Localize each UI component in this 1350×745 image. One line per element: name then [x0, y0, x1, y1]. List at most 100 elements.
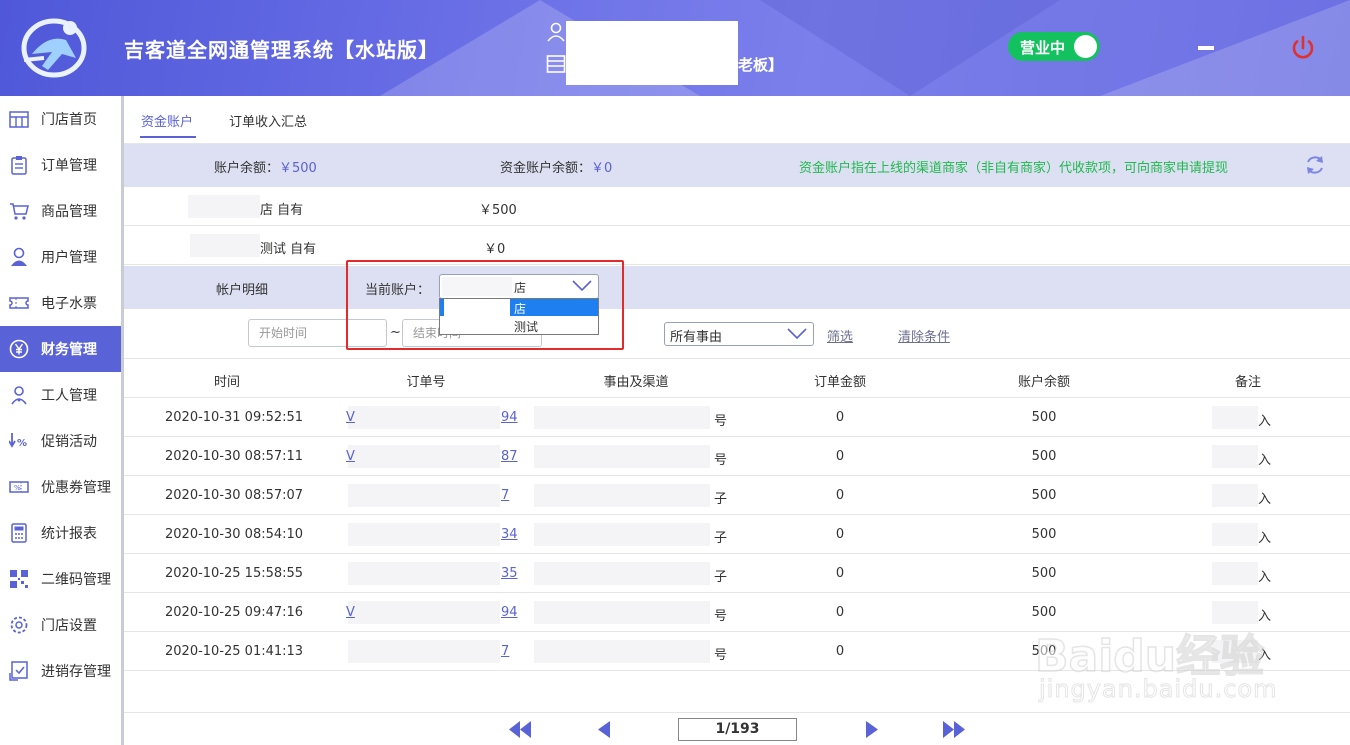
cell-balance: 500: [1031, 410, 1057, 425]
business-status-toggle[interactable]: 营业中: [1008, 32, 1100, 61]
sidebar-item-label: 优惠券管理: [41, 480, 111, 496]
cell-reason: 号: [714, 609, 728, 624]
column-header: 时间: [213, 375, 241, 390]
cell-order-number[interactable]: 94: [501, 410, 518, 425]
column-header: 备注: [1234, 375, 1262, 390]
redaction-mask: [566, 21, 738, 85]
cell-reason: 子: [714, 570, 728, 585]
account-amount: ￥500: [479, 203, 517, 218]
cell-note: 入: [1258, 570, 1272, 585]
sidebar-item-label: 财务管理: [41, 342, 97, 358]
table-row: 2020-10-25 15:58:55 35 子 0 500 入: [124, 554, 1350, 593]
fund-balance-label: 资金账户余额：: [500, 161, 592, 176]
column-header: 事由及渠道: [603, 375, 669, 390]
coupon-icon: %: [9, 481, 29, 493]
sidebar-item-products[interactable]: 商品管理: [0, 188, 121, 234]
sidebar-item-label: 促销活动: [41, 434, 97, 450]
sidebar-item-finance[interactable]: 财务管理: [0, 326, 121, 372]
account-balance-label: 账户余额：: [214, 161, 280, 176]
sidebar-item-label: 电子水票: [41, 296, 97, 312]
cell-time: 2020-10-30 08:57:11: [165, 449, 304, 464]
cell-time: 2020-10-25 15:58:55: [165, 566, 304, 581]
cell-time: 2020-10-30 08:57:07: [165, 488, 304, 503]
cell-time: 2020-10-31 09:52:51: [165, 410, 304, 425]
calculator-icon: [11, 523, 27, 543]
sidebar-item-label: 用户管理: [41, 250, 97, 266]
clear-conditions-link[interactable]: 清除条件: [898, 326, 950, 345]
previous-page-icon[interactable]: [598, 721, 610, 738]
sidebar-item-orders[interactable]: 订单管理: [0, 142, 121, 188]
minimize-button[interactable]: [1198, 46, 1214, 50]
tab-fund-account[interactable]: 资金账户: [141, 111, 193, 130]
account-detail-label: 帐户明细: [216, 283, 269, 298]
cell-time: 2020-10-30 08:54:10: [165, 527, 304, 542]
redaction-mask: [348, 562, 500, 585]
redaction-mask: [188, 195, 260, 218]
power-icon[interactable]: [1290, 35, 1316, 61]
sidebar-item-label: 工人管理: [41, 388, 97, 404]
tab-order-income-summary[interactable]: 订单收入汇总: [229, 111, 307, 130]
cell-order-prefix[interactable]: V: [346, 410, 355, 425]
sidebar-item-store-settings[interactable]: 门店设置: [0, 602, 121, 648]
business-status-label: 营业中: [1020, 39, 1066, 57]
reason-select[interactable]: 所有事由: [664, 322, 814, 346]
cell-order-number[interactable]: 87: [501, 449, 518, 464]
cart-icon: [10, 203, 29, 220]
first-page-icon[interactable]: [509, 721, 531, 738]
cell-reason: 号: [714, 414, 728, 429]
sidebar-item-store-home[interactable]: 门店首页: [0, 96, 121, 142]
account-detail-bar: 帐户明细 当前账户： 店: [124, 266, 1350, 309]
account-name: 测试 自有: [260, 242, 317, 257]
user-icon: [11, 247, 27, 266]
redaction-mask: [534, 523, 710, 546]
cell-note: 入: [1258, 414, 1272, 429]
sidebar-item-qrcodes[interactable]: 二维码管理: [0, 556, 121, 602]
sidebar-item-water-tickets[interactable]: 电子水票: [0, 280, 121, 326]
filter-link[interactable]: 筛选: [827, 326, 853, 345]
toggle-knob: [1074, 35, 1097, 58]
cell-order-number[interactable]: 35: [501, 566, 518, 581]
account-balance-value: ￥500: [279, 161, 317, 176]
user-icon: [547, 22, 565, 42]
fund-account-note: 资金账户指在上线的渠道商家（非自有商家）代收款项，可向商家申请提现: [799, 161, 1229, 176]
redaction-mask: [348, 601, 500, 624]
sidebar-item-label: 二维码管理: [41, 572, 111, 588]
page-indicator[interactable]: 1/193: [678, 718, 797, 741]
table-header: 时间 订单号 事由及渠道 订单金额 账户余额 备注: [124, 359, 1350, 398]
column-header: 订单号: [406, 375, 446, 390]
sidebar-item-inventory[interactable]: 进销存管理: [0, 648, 121, 694]
sidebar-item-coupons[interactable]: % 优惠券管理: [0, 464, 121, 510]
tab-bar: 资金账户 订单收入汇总: [124, 96, 1350, 144]
sidebar-item-users[interactable]: 用户管理: [0, 234, 121, 280]
sidebar-item-reports[interactable]: 统计报表: [0, 510, 121, 556]
qrcode-icon: [10, 570, 28, 588]
redaction-mask: [1212, 523, 1258, 546]
sidebar-item-workers[interactable]: 工人管理: [0, 372, 121, 418]
sidebar-item-promotions[interactable]: % 促销活动: [0, 418, 121, 464]
fund-balance: 资金账户余额：￥0: [500, 157, 612, 176]
redaction-mask: [534, 406, 710, 429]
last-page-icon[interactable]: [943, 721, 965, 738]
cell-order-amount: 0: [835, 488, 845, 503]
balance-summary-bar: 账户余额：￥500 资金账户余额：￥0 资金账户指在上线的渠道商家（非自有商家）…: [124, 144, 1350, 187]
redaction-mask: [1212, 406, 1258, 429]
redaction-mask: [348, 484, 500, 507]
cell-order-number[interactable]: 7: [501, 644, 509, 659]
app-title: 吉客道全网通管理系统【水站版】: [124, 38, 439, 62]
refresh-icon[interactable]: [1303, 153, 1327, 177]
next-page-icon[interactable]: [866, 721, 878, 738]
sidebar-item-label: 订单管理: [41, 158, 97, 174]
cell-order-prefix[interactable]: V: [346, 449, 355, 464]
gear-icon: [10, 616, 28, 634]
cell-order-amount: 0: [835, 644, 845, 659]
cell-order-prefix[interactable]: V: [346, 605, 355, 620]
account-balance: 账户余额：￥500: [214, 157, 317, 176]
sidebar: 门店首页 订单管理 商品管理 用户管理 电子水票 财务管理 工人管理 % 促销活…: [0, 96, 124, 745]
cell-order-number[interactable]: 34: [501, 527, 518, 542]
cell-note: 入: [1258, 453, 1272, 468]
cell-order-number[interactable]: 7: [501, 488, 509, 503]
app-header: 吉客道全网通管理系统【水站版】 吉 吉 老板】 营业中: [0, 0, 1350, 96]
cell-order-number[interactable]: 94: [501, 605, 518, 620]
worker-icon: [11, 386, 27, 405]
header-shop-role: 老板】: [738, 56, 784, 74]
